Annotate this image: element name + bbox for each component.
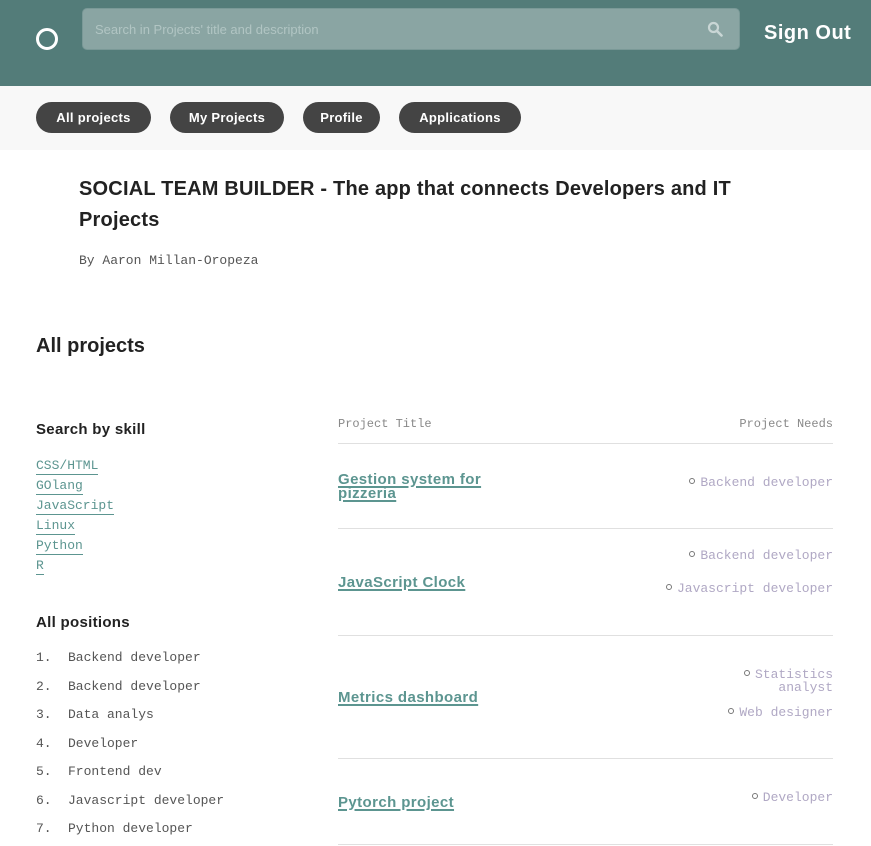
col-project-title: Project Title xyxy=(338,417,432,431)
tab-applications[interactable]: Applications xyxy=(399,102,521,133)
need-label: Statistics analyst xyxy=(754,667,833,695)
project-title-link[interactable]: Gestion system for pizzeria xyxy=(338,472,538,501)
position-item: 2. Backend developer xyxy=(36,679,224,708)
divider xyxy=(338,758,833,759)
tab-all-projects[interactable]: All projects xyxy=(36,102,151,133)
position-item: 5. Frontend dev xyxy=(36,764,224,793)
divider xyxy=(338,443,833,444)
skill-link[interactable]: Python xyxy=(36,537,83,555)
position-item: 4. Developer xyxy=(36,736,224,765)
need-label: Javascript developer xyxy=(676,581,833,596)
section-title: All projects xyxy=(36,335,145,357)
project-need: Web designer xyxy=(728,706,833,719)
col-project-needs: Project Needs xyxy=(739,417,833,431)
position-label: Javascript developer xyxy=(68,792,225,808)
position-label: Data analys xyxy=(68,707,154,722)
nav-bar: All projects My Projects Profile Applica… xyxy=(0,86,871,150)
need-label: Web designer xyxy=(739,705,833,720)
bullet-icon xyxy=(743,670,750,676)
project-need: Backend developer xyxy=(689,476,833,489)
position-item: 1. Backend developer xyxy=(36,650,224,679)
skill-link[interactable]: CSS/HTML xyxy=(36,457,99,475)
need-label: Developer xyxy=(762,790,833,805)
project-need: Backend developer xyxy=(689,549,833,562)
author-byline: By Aaron Millan-Oropeza xyxy=(79,253,259,268)
project-need: Javascript developer xyxy=(665,581,833,596)
app-title: SOCIAL TEAM BUILDER - The app that conne… xyxy=(79,178,731,231)
need-label: Backend developer xyxy=(700,475,833,490)
tab-my-projects[interactable]: My Projects xyxy=(170,102,284,133)
positions-list: 1. Backend developer 2. Backend developer … xyxy=(36,650,224,846)
position-number: 2. xyxy=(36,678,52,694)
top-header: Sign Out xyxy=(0,0,871,86)
position-label: Backend developer xyxy=(68,650,201,665)
position-label: Backend developer xyxy=(68,678,201,694)
position-label: Developer xyxy=(68,735,139,751)
bullet-icon xyxy=(728,708,735,714)
skill-link[interactable]: GOlang xyxy=(36,477,83,495)
position-number: 5. xyxy=(36,764,52,779)
sign-out-link[interactable]: Sign Out xyxy=(764,22,851,45)
divider xyxy=(338,844,833,845)
logo-circle-icon[interactable] xyxy=(36,28,58,50)
project-need: Statistics analyst xyxy=(733,668,833,694)
project-title-link[interactable]: JavaScript Clock xyxy=(338,575,538,590)
position-number: 7. xyxy=(36,821,52,836)
skill-link[interactable]: Linux xyxy=(36,517,76,535)
positions-heading: All positions xyxy=(36,614,130,631)
bullet-icon xyxy=(665,584,672,590)
table-header: Project Title Project Needs xyxy=(338,417,833,431)
position-label: Frontend dev xyxy=(68,764,162,779)
bullet-icon xyxy=(751,793,758,799)
divider xyxy=(338,528,833,529)
project-need: Developer xyxy=(751,790,833,805)
position-number: 4. xyxy=(36,735,52,751)
position-item: 6. Javascript developer xyxy=(36,793,224,822)
project-title-link[interactable]: Metrics dashboard xyxy=(338,690,538,705)
search-box xyxy=(82,8,740,50)
position-item: 3. Data analys xyxy=(36,707,224,736)
skills-list: CSS/HTML GOlang JavaScript Linux Python … xyxy=(36,457,115,577)
project-title-link[interactable]: Pytorch project xyxy=(338,795,538,810)
search-input[interactable] xyxy=(83,9,739,49)
position-number: 6. xyxy=(36,792,52,808)
search-icon[interactable] xyxy=(707,21,723,37)
skill-link[interactable]: JavaScript xyxy=(36,497,115,515)
divider xyxy=(338,635,833,636)
skill-link[interactable]: R xyxy=(36,557,44,575)
position-label: Python developer xyxy=(68,821,193,836)
bullet-icon xyxy=(689,551,696,557)
need-label: Backend developer xyxy=(700,548,833,563)
position-item: 7. Python developer xyxy=(36,821,224,846)
position-number: 1. xyxy=(36,650,52,665)
skills-heading: Search by skill xyxy=(36,421,146,438)
bullet-icon xyxy=(689,478,696,484)
position-number: 3. xyxy=(36,707,52,722)
tab-profile[interactable]: Profile xyxy=(303,102,380,133)
